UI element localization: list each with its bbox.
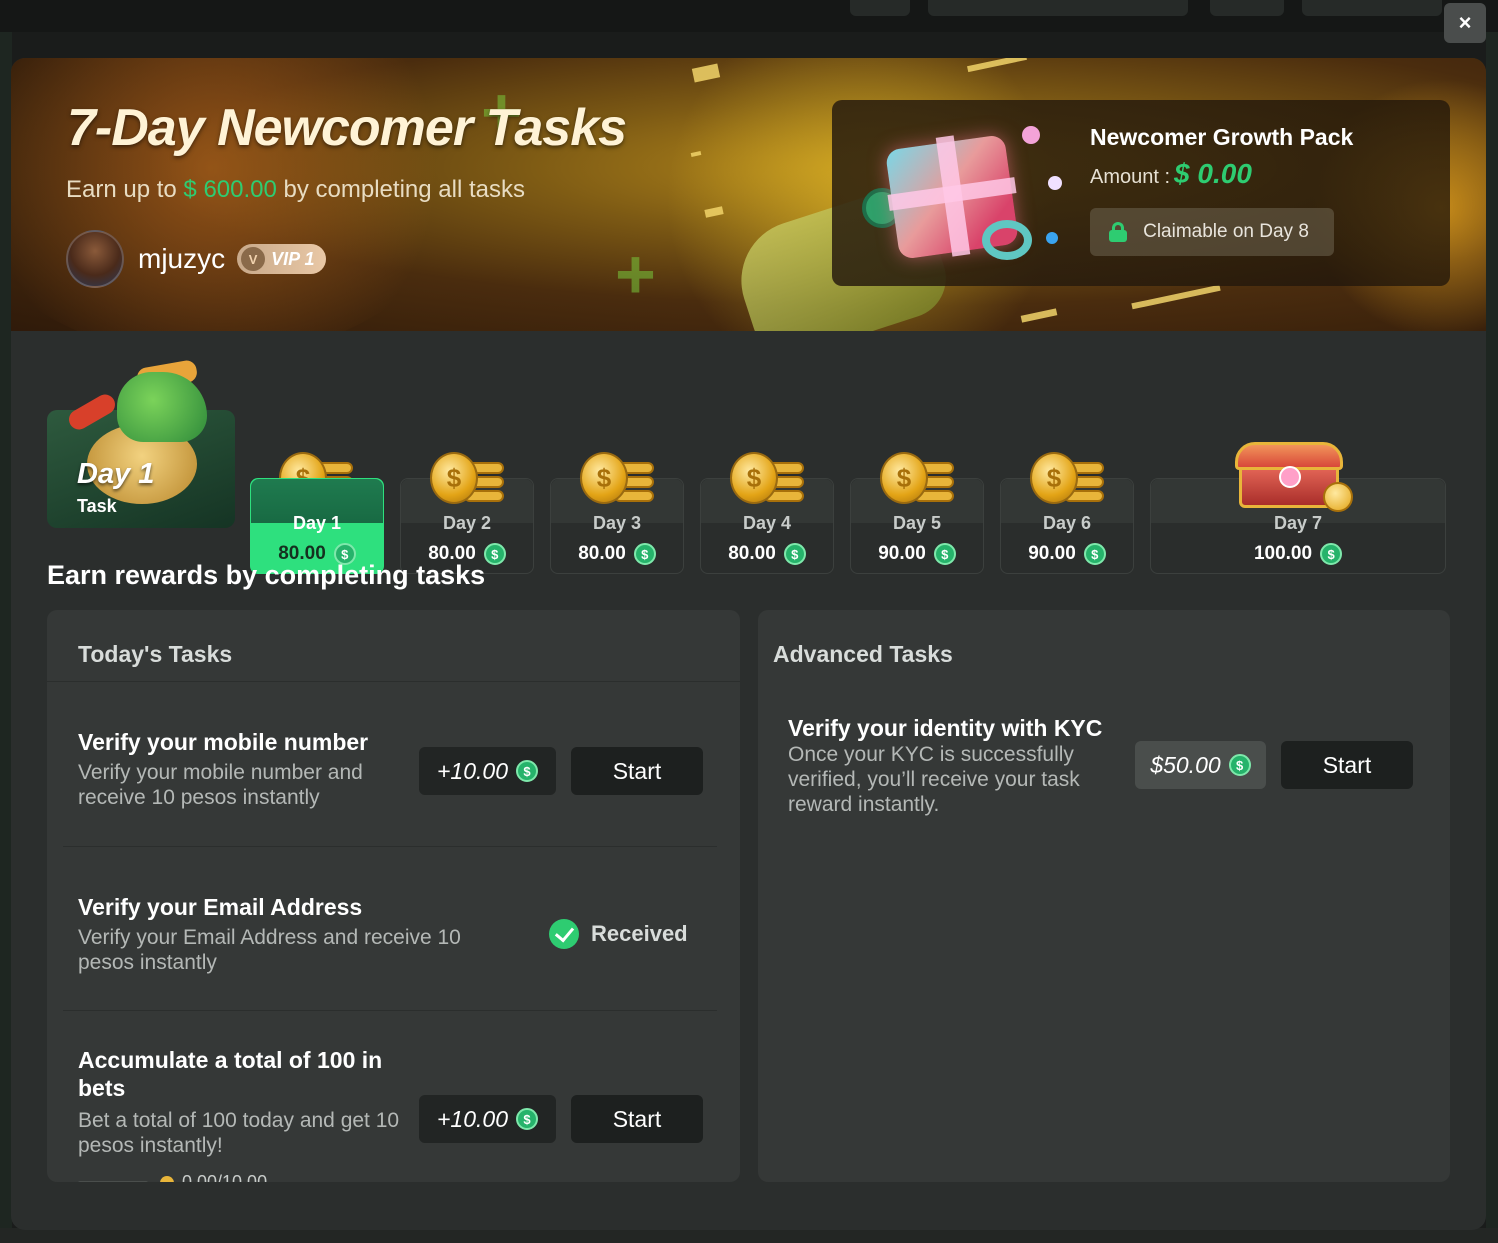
coin-stack-icon: $ xyxy=(1030,452,1110,512)
start-button[interactable]: Start xyxy=(571,1095,703,1143)
start-button[interactable]: Start xyxy=(1281,741,1413,789)
day-label: Day 1 xyxy=(292,513,342,533)
task-description: Once your KYC is successfully verified, … xyxy=(788,743,1080,816)
vip-icon: V xyxy=(241,247,266,271)
confetti-decoration xyxy=(1131,284,1221,310)
day-label: Day 5 xyxy=(892,513,942,533)
current-task-day: Day 1 xyxy=(77,458,155,490)
task-reward: $50.00 $ xyxy=(1135,741,1266,789)
reward-value: +10.00 xyxy=(437,757,508,784)
background-bottom xyxy=(0,1228,1498,1243)
day-label: Day 4 xyxy=(742,513,792,533)
dollar-icon: $ xyxy=(1228,754,1251,776)
task-title: Verify your Email Address xyxy=(78,894,363,920)
reward-value: $50.00 xyxy=(1150,751,1221,778)
claimable-status: Claimable on Day 8 xyxy=(1090,208,1334,256)
coin-stack-icon: $ xyxy=(580,452,660,512)
subtitle-suffix: by completing all tasks xyxy=(283,176,525,203)
newcomer-tasks-modal: + + 7-Day Newcomer Tasks Earn up to $ 60… xyxy=(11,58,1486,1230)
day-reward: 80.00 xyxy=(578,543,626,564)
dollar-icon: $ xyxy=(516,760,538,782)
task-progress: 0.00/10.00 xyxy=(78,1172,267,1182)
coin-stack-icon: $ xyxy=(730,452,810,512)
subtitle-prefix: Earn up to xyxy=(66,176,177,203)
dollar-icon: $ xyxy=(483,543,506,565)
growth-pack-amount: Amount : $ 0.00 xyxy=(1090,158,1252,190)
task-day-card: Day 1 Task xyxy=(47,358,235,528)
amount-value: $ 0.00 xyxy=(1174,158,1252,189)
divider xyxy=(63,846,717,847)
background-block xyxy=(928,0,1188,16)
background-block xyxy=(850,0,910,16)
gift-box-icon xyxy=(862,120,1062,270)
day-label: Day 3 xyxy=(592,513,642,533)
reward-value: +10.00 xyxy=(437,1105,508,1132)
day-reward: 90.00 xyxy=(878,543,926,564)
day-track: Day 1 Task $ Day 1 80.00 $ Day 2 80.00 $ $… xyxy=(47,358,1447,574)
dollar-icon: $ xyxy=(783,543,806,565)
lock-icon xyxy=(1108,222,1128,242)
day-label: Day 7 xyxy=(1273,513,1323,533)
vip-label: VIP 1 xyxy=(271,248,315,269)
growth-pack-title: Newcomer Growth Pack xyxy=(1090,124,1354,150)
task-description: Verify your mobile number and receive 10… xyxy=(78,761,363,809)
close-button[interactable]: × xyxy=(1444,3,1486,43)
close-icon: × xyxy=(1458,10,1472,35)
progress-text: 0.00/10.00 xyxy=(182,1172,268,1182)
username: mjuzyc xyxy=(138,243,226,274)
dollar-icon: $ xyxy=(516,1108,538,1130)
confetti-decoration xyxy=(1020,308,1058,323)
task-title: Accumulate a total of 100 in bets xyxy=(78,1047,383,1101)
subtitle-amount: $ 600.00 xyxy=(183,176,277,203)
user-info: mjuzyc V VIP 1 xyxy=(66,230,327,288)
banner-title: 7-Day Newcomer Tasks xyxy=(67,99,627,157)
section-title: Earn rewards by completing tasks xyxy=(47,560,486,590)
received-status: Received xyxy=(549,919,688,949)
divider xyxy=(47,681,740,682)
day-reward: 100.00 xyxy=(1253,543,1313,564)
task-description: Verify your Email Address and receive 10… xyxy=(78,926,461,974)
treasure-chest-icon xyxy=(1227,436,1357,512)
background-right-edge xyxy=(1486,32,1498,1243)
banner: + + 7-Day Newcomer Tasks Earn up to $ 60… xyxy=(11,58,1486,331)
dollar-icon: $ xyxy=(633,543,656,565)
coin-stack-icon: $ xyxy=(880,452,960,512)
dollar-icon: $ xyxy=(1083,543,1106,565)
start-button[interactable]: Start xyxy=(571,747,703,795)
background-block xyxy=(1302,0,1442,16)
day-reward: 90.00 xyxy=(1028,543,1076,564)
background-block xyxy=(1210,0,1284,16)
plus-decoration: + xyxy=(615,235,656,313)
divider xyxy=(63,1010,717,1011)
task-label: Task xyxy=(77,496,117,516)
banner-subtitle: Earn up to $ 600.00 by completing all ta… xyxy=(66,176,525,204)
claimable-text: Claimable on Day 8 xyxy=(1143,221,1309,242)
background-topbar xyxy=(0,0,1498,32)
todays-tasks-panel: Today's Tasks Verify your mobile number … xyxy=(47,610,740,1182)
task-title: Verify your identity with KYC xyxy=(788,715,1103,741)
growth-pack-card: Newcomer Growth Pack Amount : $ 0.00 Cla… xyxy=(832,100,1450,286)
avatar xyxy=(66,230,124,288)
vip-badge: V VIP 1 xyxy=(237,244,327,274)
received-label: Received xyxy=(591,921,688,946)
advanced-tasks-header: Advanced Tasks xyxy=(773,641,953,667)
amount-label: Amount : xyxy=(1090,166,1171,188)
progress-bar xyxy=(78,1180,148,1182)
dollar-icon: $ xyxy=(1320,543,1343,565)
day-label: Day 2 xyxy=(442,513,492,533)
task-reward: +10.00 $ xyxy=(419,747,556,795)
advanced-tasks-panel: Advanced Tasks Verify your identity with… xyxy=(758,610,1450,1182)
check-circle-icon xyxy=(549,919,579,949)
coin-icon xyxy=(160,1175,174,1182)
dollar-icon: $ xyxy=(933,543,956,565)
todays-tasks-header: Today's Tasks xyxy=(78,641,233,667)
task-description: Bet a total of 100 today and get 10 peso… xyxy=(78,1109,400,1157)
coin-stack-icon: $ xyxy=(430,452,510,512)
day-reward: 80.00 xyxy=(728,543,776,564)
day-label: Day 6 xyxy=(1042,513,1092,533)
task-reward: +10.00 $ xyxy=(419,1095,556,1143)
